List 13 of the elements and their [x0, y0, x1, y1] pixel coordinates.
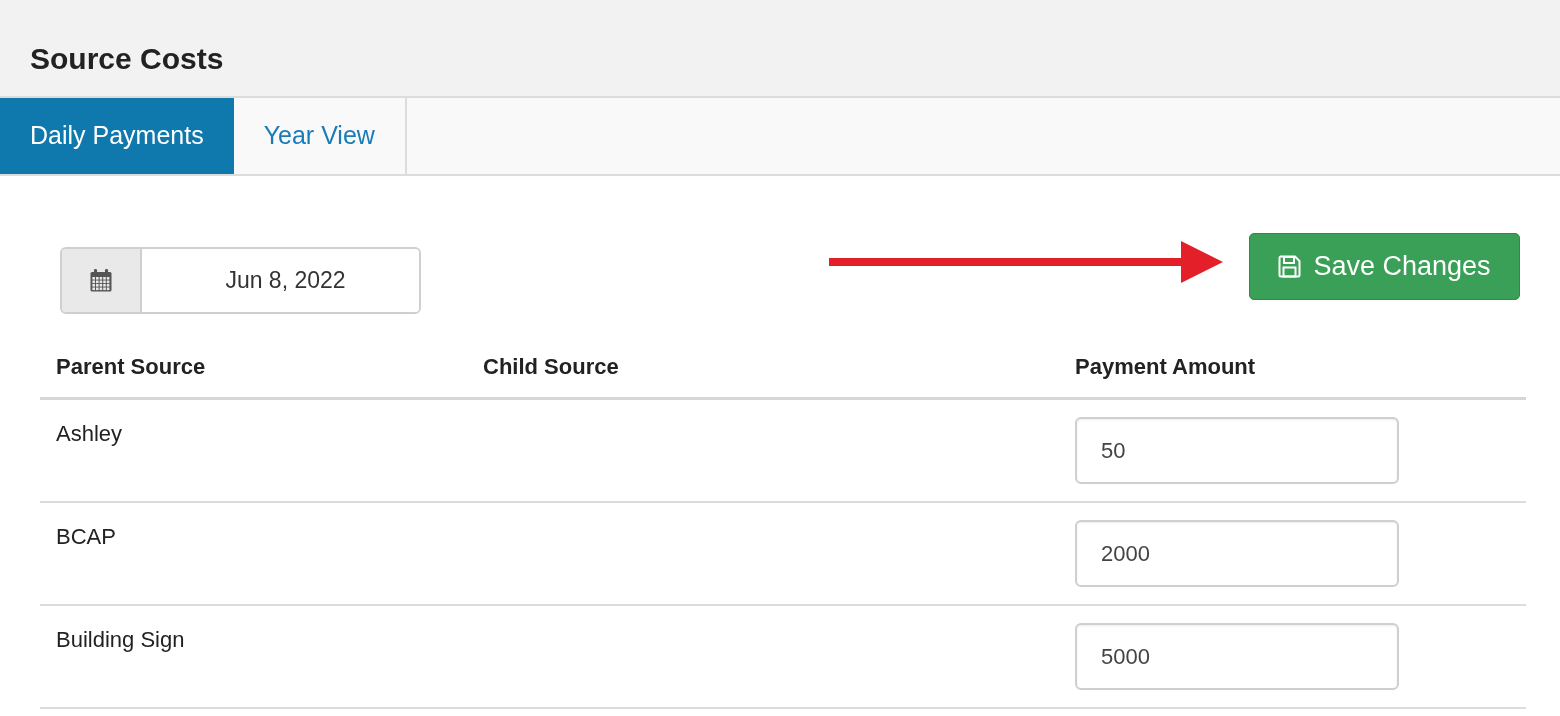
- column-header: Parent Source: [56, 353, 206, 381]
- page-title: Source Costs: [30, 41, 224, 77]
- input-field[interactable]: 50: [1075, 417, 1399, 484]
- tab[interactable]: Daily Payments: [0, 98, 234, 174]
- table-cell-text: Building Sign: [56, 626, 185, 654]
- date-field[interactable]: Jun 8, 2022: [60, 247, 421, 314]
- column-header: Payment Amount: [1075, 353, 1256, 381]
- calendar-icon: [90, 269, 112, 292]
- table-cell-text: BCAP: [56, 523, 116, 551]
- column-header: Child Source: [483, 353, 619, 381]
- input-field[interactable]: 2000: [1075, 520, 1399, 587]
- table-cell-text: Ashley: [56, 420, 123, 448]
- input-field[interactable]: 5000: [1075, 623, 1399, 690]
